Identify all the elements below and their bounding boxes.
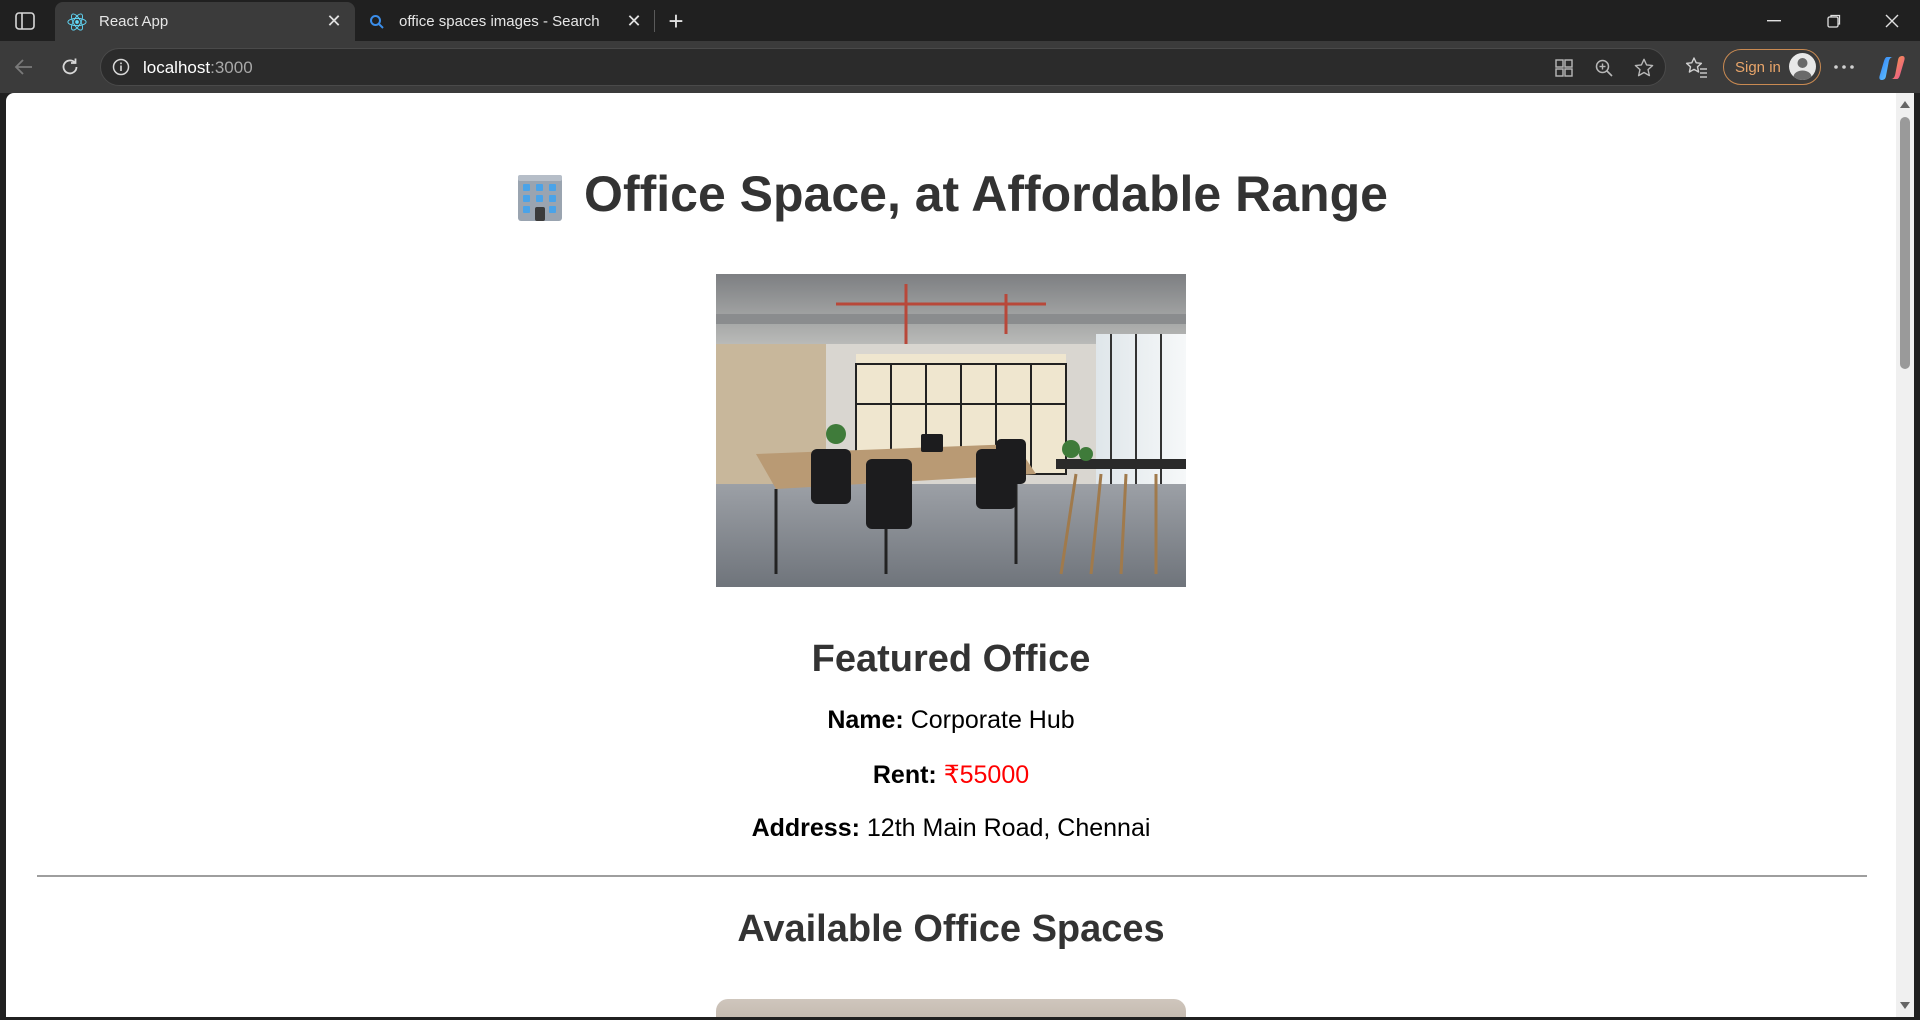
page-title: Office Space, at Affordable Range: [6, 165, 1896, 223]
minimize-icon[interactable]: [1746, 0, 1802, 41]
section-divider: [37, 875, 1867, 877]
tab-title: office spaces images - Search: [399, 13, 600, 30]
tab-separator: [654, 10, 655, 32]
featured-office-image: [716, 274, 1186, 587]
close-window-icon[interactable]: [1864, 0, 1920, 41]
rent-value: ₹55000: [943, 761, 1030, 789]
close-tab-icon[interactable]: ✕: [323, 11, 345, 33]
copilot-icon[interactable]: [1878, 54, 1906, 82]
address-value: 12th Main Road, Chennai: [866, 814, 1151, 842]
scroll-down-icon[interactable]: [1900, 1002, 1910, 1009]
sidebar-toggle-icon[interactable]: [12, 9, 38, 33]
office-address-row: Address: 12th Main Road, Chennai: [6, 814, 1896, 843]
page-viewport: Office Space, at Affordable Range Featur…: [6, 93, 1896, 1017]
page-title-text: Office Space, at Affordable Range: [584, 166, 1388, 222]
tab-strip: React App ✕ office spaces images - Searc…: [0, 0, 1920, 41]
available-offices-heading: Available Office Spaces: [737, 908, 1165, 950]
scroll-up-icon[interactable]: [1900, 101, 1910, 108]
name-label: Name:: [827, 706, 904, 734]
more-options-icon[interactable]: [1828, 51, 1860, 83]
featured-office-heading: Featured Office: [811, 638, 1091, 680]
close-tab-icon[interactable]: ✕: [623, 11, 645, 33]
restore-icon[interactable]: [1806, 0, 1862, 41]
new-tab-button[interactable]: +: [662, 6, 690, 36]
react-icon: [67, 12, 87, 32]
search-icon: [367, 12, 387, 32]
app-available-icon[interactable]: [1551, 55, 1577, 81]
office-building-icon: [518, 175, 563, 221]
sign-in-button[interactable]: Sign in: [1723, 49, 1821, 85]
rent-label: Rent:: [872, 761, 937, 789]
office-card-image: [716, 999, 1186, 1017]
avatar-icon: [1789, 53, 1816, 80]
url-text: localhost:3000: [143, 58, 253, 77]
browser-toolbar: localhost:3000 Sign in: [0, 41, 1920, 93]
tab-search[interactable]: office spaces images - Search ✕: [355, 2, 655, 41]
zoom-icon[interactable]: [1591, 55, 1617, 81]
page-scrollbar[interactable]: [1896, 93, 1914, 1017]
favorite-star-icon[interactable]: [1631, 55, 1657, 81]
address-bar[interactable]: localhost:3000: [100, 48, 1666, 86]
address-label: Address:: [751, 814, 860, 842]
site-info-icon[interactable]: [111, 57, 131, 77]
office-name-row: Name: Corporate Hub: [6, 706, 1896, 735]
tab-react-app[interactable]: React App ✕: [55, 2, 355, 41]
office-rent-row: Rent: ₹55000: [6, 760, 1896, 790]
refresh-icon[interactable]: [54, 51, 86, 83]
sign-in-label: Sign in: [1735, 58, 1781, 76]
name-value: Corporate Hub: [910, 706, 1075, 734]
back-icon[interactable]: [8, 51, 40, 83]
favorites-icon[interactable]: [1681, 51, 1713, 83]
tab-title: React App: [99, 13, 169, 30]
scrollbar-thumb[interactable]: [1900, 117, 1910, 369]
